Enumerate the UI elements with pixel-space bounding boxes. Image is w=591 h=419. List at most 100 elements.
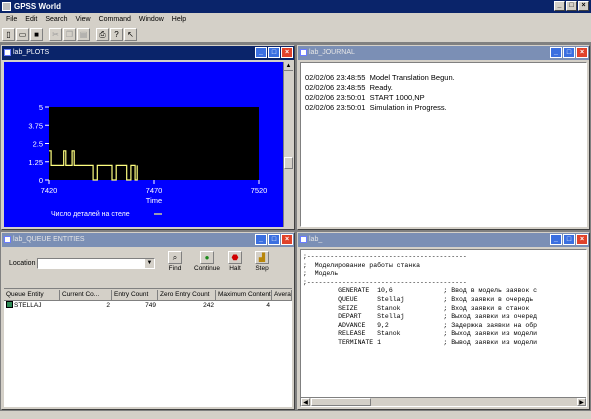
scroll-thumb[interactable] [284, 157, 293, 169]
queue-title: lab_QUEUE ENTITIES [13, 236, 85, 243]
queue-name: STELLAJ [14, 302, 42, 309]
chevron-down-icon[interactable]: ▼ [145, 259, 154, 268]
scroll-left-icon[interactable]: ◀ [301, 398, 310, 406]
column-header[interactable]: Queue Entity [4, 290, 60, 301]
plots-maximize-button[interactable]: □ [268, 47, 280, 58]
find-label: Find [168, 265, 182, 272]
scroll-right-icon[interactable]: ▶ [577, 398, 586, 406]
app-maximize-button[interactable]: □ [566, 1, 577, 11]
model-line: ;---------------------------------------… [303, 253, 467, 260]
menu-command[interactable]: Command [95, 16, 135, 23]
model-minimize-button[interactable]: _ [550, 234, 562, 245]
traffic-light-icon: ● [200, 251, 214, 264]
step-button[interactable]: ▟ Step [249, 251, 275, 272]
journal-line: 02/02/06 23:50:01 START 1000,NP [305, 93, 425, 102]
journal-close-button[interactable]: × [576, 47, 588, 58]
journal-title-bar[interactable]: lab_JOURNAL _ □ × [298, 46, 589, 60]
paste-icon[interactable]: ▤ [77, 27, 90, 41]
halt-label: Halt [229, 265, 241, 272]
model-line: ; Модель [303, 270, 339, 278]
location-label: Location [9, 260, 36, 267]
queue-maximize-button[interactable]: □ [268, 234, 280, 245]
column-header[interactable]: Maximum Content [216, 290, 272, 301]
queue-minimize-button[interactable]: _ [255, 234, 267, 245]
halt-button[interactable]: ⬣ Halt [222, 251, 248, 272]
menu-edit[interactable]: Edit [21, 16, 41, 23]
entry-count-cell: 749 [145, 302, 156, 309]
journal-text-area[interactable]: 02/02/06 23:48:55 Model Translation Begu… [300, 62, 587, 227]
location-combobox[interactable]: ▼ [37, 258, 155, 269]
menu-view[interactable]: View [72, 16, 95, 23]
journal-window[interactable]: lab_JOURNAL _ □ × 02/02/06 23:48:55 Mode… [297, 45, 590, 230]
journal-minimize-button[interactable]: _ [550, 47, 562, 58]
model-line: QUEUE Stellaj ; Вход заявки в очередь [303, 295, 534, 303]
maximum-content-cell: 4 [266, 302, 270, 309]
step-label: Step [255, 265, 269, 272]
help-icon[interactable]: ? [110, 27, 123, 41]
bar-chart-icon: ▟ [255, 251, 269, 264]
menu-help[interactable]: Help [168, 16, 190, 23]
app-title: GPSS World [14, 2, 61, 11]
menu-file[interactable]: File [2, 16, 21, 23]
context-help-icon[interactable]: ↖ [124, 27, 137, 41]
gpss-app: GPSS World _ □ × File Edit Search View C… [0, 0, 591, 419]
queue-window[interactable]: lab_QUEUE ENTITIES _ □ × Location ▼ ⌕ Fi… [1, 232, 295, 410]
gpss-logo-icon [2, 2, 11, 11]
menu-window[interactable]: Window [135, 16, 168, 23]
y-tick-label: 2.5 [33, 140, 43, 149]
find-button[interactable]: ⌕ Find [162, 251, 188, 272]
column-header[interactable]: Zero Entry Count [158, 290, 216, 301]
column-header[interactable]: Entry Count [112, 290, 158, 301]
continue-button[interactable]: ● Continue [194, 251, 220, 272]
toolbar: ▯ ▭ ■ ✂ ❐ ▤ ⎙ ? ↖ [0, 26, 591, 43]
menu-bar: File Edit Search View Command Window Hel… [0, 13, 591, 26]
app-minimize-button[interactable]: _ [554, 1, 565, 11]
scroll-thumb[interactable] [311, 398, 371, 406]
save-icon[interactable]: ■ [30, 27, 43, 41]
plots-close-button[interactable]: × [281, 47, 293, 58]
model-title-bar[interactable]: lab_ _ □ × [298, 233, 589, 247]
queue-table: Queue Entity Current Co... Entry Count Z… [4, 290, 292, 407]
model-window[interactable]: lab_ _ □ × ;----------------------------… [297, 232, 590, 410]
queue-close-button[interactable]: × [281, 234, 293, 245]
window-icon [300, 236, 307, 243]
window-icon [4, 236, 11, 243]
plots-title-bar[interactable]: lab_PLOTS _ □ × [2, 46, 294, 60]
model-line: ADVANCE 9,2 ; Задержка заявки на обр [303, 321, 538, 329]
journal-line: 02/02/06 23:50:01 Simulation in Progress… [305, 103, 447, 112]
print-icon[interactable]: ⎙ [96, 27, 109, 41]
table-row[interactable]: STELLAJ 2 749 242 4 [4, 301, 292, 311]
queue-title-bar[interactable]: lab_QUEUE ENTITIES _ □ × [2, 233, 294, 247]
new-icon[interactable]: ▯ [2, 27, 15, 41]
model-line: GENERATE 10,6 ; Ввод в модель заявок с [303, 287, 538, 295]
open-icon[interactable]: ▭ [16, 27, 29, 41]
scroll-up-icon[interactable]: ▲ [284, 62, 293, 71]
x-tick-label: 7520 [251, 186, 268, 195]
model-line: ; Моделирование работы станка [303, 261, 421, 269]
plots-vertical-scrollbar[interactable]: ▲ [283, 62, 293, 227]
plots-minimize-button[interactable]: _ [255, 47, 267, 58]
model-line: DEPART Stellaj ; Выход заявки из очеред [303, 313, 538, 321]
cut-icon[interactable]: ✂ [49, 27, 62, 41]
model-close-button[interactable]: × [576, 234, 588, 245]
x-tick-label: 7420 [41, 186, 58, 195]
menu-search[interactable]: Search [41, 16, 71, 23]
queue-icon [6, 301, 13, 308]
journal-maximize-button[interactable]: □ [563, 47, 575, 58]
model-horizontal-scrollbar[interactable]: ◀ ▶ [301, 397, 586, 406]
plot-background [49, 107, 259, 180]
journal-line: 02/02/06 23:48:55 Ready. [305, 83, 393, 92]
model-line: TERMINATE 1 ; Вывод заявки из модели [303, 338, 538, 346]
continue-label: Continue [194, 265, 221, 272]
window-icon [300, 49, 307, 56]
column-header[interactable]: Current Co... [60, 290, 112, 301]
model-editor[interactable]: ;---------------------------------------… [300, 249, 587, 407]
copy-icon[interactable]: ❐ [63, 27, 76, 41]
column-header[interactable]: Averag [272, 290, 292, 301]
model-maximize-button[interactable]: □ [563, 234, 575, 245]
app-close-button[interactable]: × [578, 1, 589, 11]
plots-window[interactable]: lab_PLOTS _ □ × 5 3.75 2.5 1.25 0 7420 7470 752… [1, 45, 295, 230]
queue-toolbar: Location ▼ ⌕ Find ● Continue ⬣ Halt ▟ St… [4, 249, 292, 289]
journal-title: lab_JOURNAL [309, 49, 355, 56]
current-content-cell: 2 [106, 302, 110, 309]
